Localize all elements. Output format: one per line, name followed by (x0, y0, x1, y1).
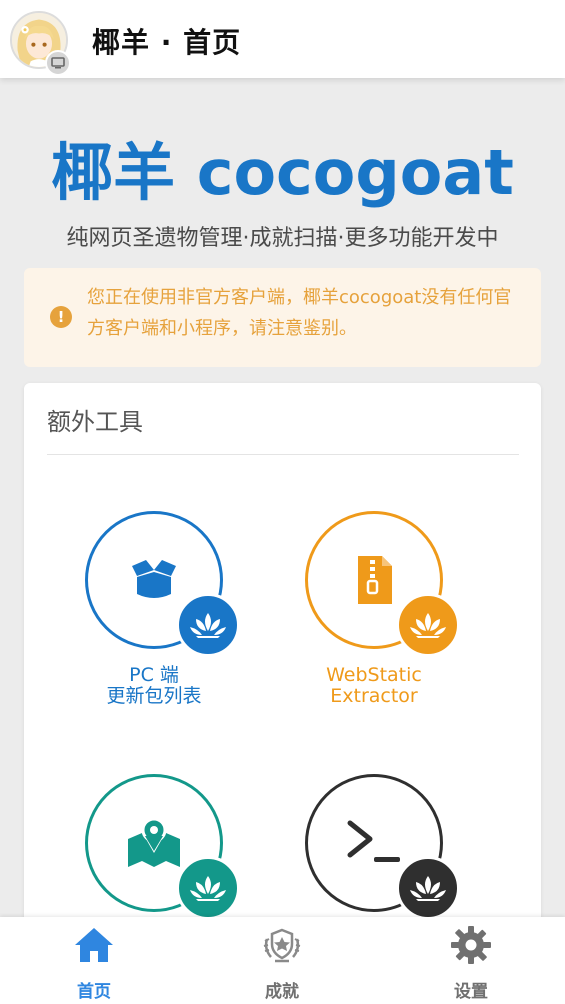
zip-file-icon (358, 556, 392, 604)
hero-title: 椰羊 cocogoat (51, 136, 514, 209)
achievement-emblem-icon (263, 928, 301, 963)
bottom-tab-bar: 首页 成就 设置 (0, 917, 565, 1004)
app-header: 椰羊 · 首页 (0, 0, 565, 78)
box-icon (132, 560, 176, 598)
hero-subtitle: 纯网页圣遗物管理·成就扫描·更多功能开发中 (66, 226, 499, 251)
tab-settings[interactable]: 设置 (411, 925, 531, 1003)
tool-label: PC 端 更新包列表 (106, 664, 202, 707)
tab-label: 首页 (77, 982, 111, 1002)
extra-tools-card: 额外工具 PC 端 更新包列表 WebStatic Extractor (24, 383, 541, 983)
unofficial-client-notice: ! 您正在使用非官方客户端，椰羊cocogoat没有任何官方客户端和小程序，请注… (24, 268, 541, 367)
tab-home[interactable]: 首页 (34, 925, 154, 1003)
tab-achievements[interactable]: 成就 (222, 925, 342, 1003)
home-icon (75, 928, 113, 962)
device-icon (45, 50, 71, 76)
tool-label: WebStatic Extractor (326, 664, 422, 707)
lotus-badge-icon (176, 593, 240, 657)
lotus-badge-icon (396, 856, 460, 920)
tab-label: 成就 (265, 982, 299, 1002)
exclamation-icon: ! (50, 306, 72, 328)
tab-label: 设置 (454, 982, 488, 1002)
map-pin-icon (128, 817, 180, 867)
card-divider (47, 454, 519, 455)
card-title: 额外工具 (47, 408, 143, 436)
notice-text: 您正在使用非官方客户端，椰羊cocogoat没有任何官方客户端和小程序，请注意鉴… (87, 287, 512, 339)
lotus-badge-icon (176, 856, 240, 920)
page-title: 椰羊 · 首页 (92, 26, 242, 59)
lotus-badge-icon (396, 593, 460, 657)
terminal-icon (347, 820, 400, 862)
gear-icon (451, 926, 491, 964)
